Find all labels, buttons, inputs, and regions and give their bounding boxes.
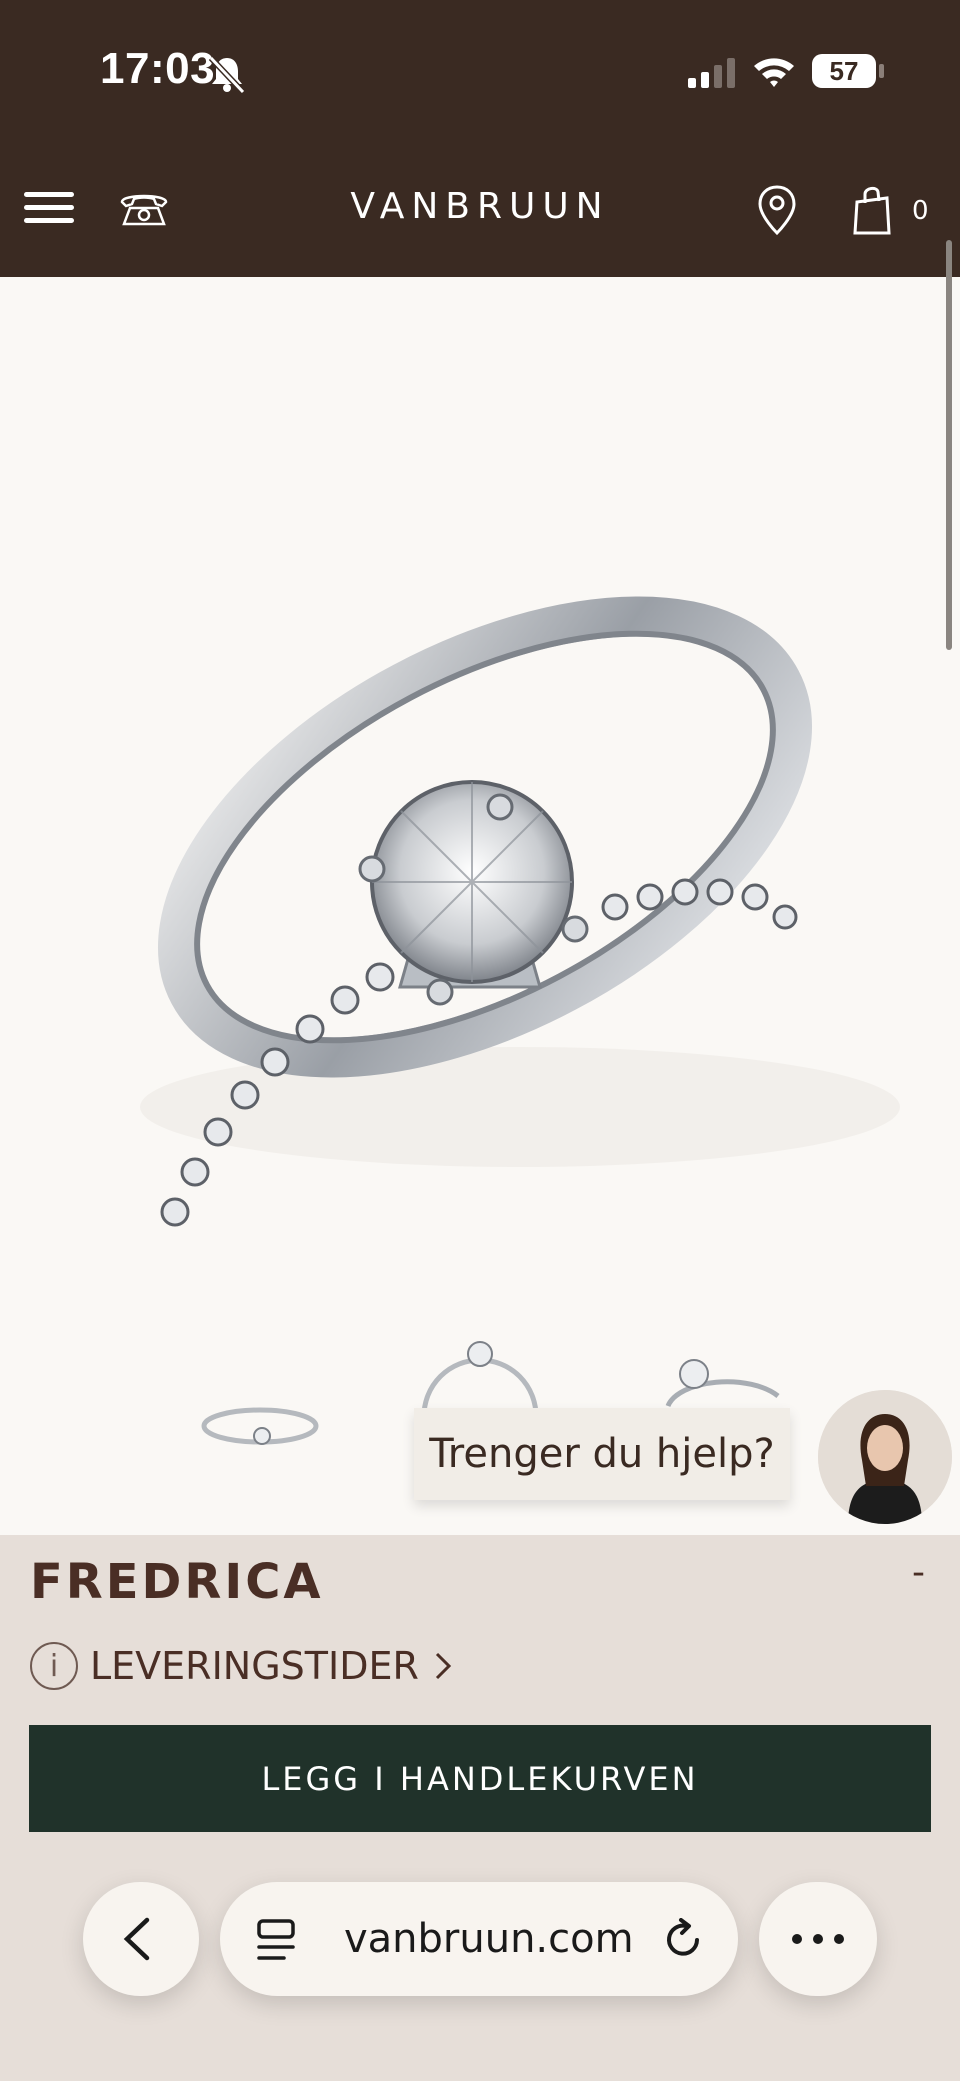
reload-icon[interactable]	[664, 1918, 704, 1960]
url-text[interactable]: vanbruun.com	[344, 1916, 634, 1962]
chevron-right-icon	[435, 1652, 452, 1680]
tabs-icon	[257, 1919, 295, 1960]
thumbnail-2[interactable]	[420, 1336, 540, 1416]
location-pin-icon[interactable]	[756, 184, 798, 236]
info-icon: i	[30, 1642, 78, 1690]
thumbnail-3[interactable]	[660, 1356, 780, 1416]
browser-more-button[interactable]	[759, 1882, 877, 1996]
browser-back-button[interactable]	[83, 1882, 199, 1996]
battery-icon: 57	[812, 54, 876, 88]
cart-count[interactable]: 0	[912, 196, 929, 226]
support-agent-avatar[interactable]	[818, 1390, 952, 1524]
add-to-cart-button[interactable]: LEGG I HANDLEKURVEN	[29, 1725, 931, 1832]
chevron-left-icon	[123, 1917, 150, 1961]
delivery-times-link[interactable]: i LEVERINGSTIDER	[30, 1640, 453, 1692]
battery-level: 57	[829, 55, 859, 86]
signal-icon	[688, 58, 735, 88]
chat-help-bubble[interactable]: Trenger du hjelp?	[414, 1408, 790, 1500]
collapse-toggle[interactable]: -	[912, 1552, 925, 1593]
bell-slash-icon	[208, 55, 246, 95]
battery-cap	[879, 64, 884, 78]
status-time: 17:03	[100, 44, 216, 93]
thumbnail-1[interactable]	[200, 1400, 320, 1456]
wifi-icon	[754, 58, 794, 87]
agent-portrait	[818, 1390, 952, 1524]
delivery-label: LEVERINGSTIDER	[90, 1644, 419, 1688]
product-title: FREDRICA	[30, 1554, 324, 1610]
scrollbar[interactable]	[946, 240, 952, 650]
brand-logo[interactable]: VANBRUUN	[0, 186, 960, 227]
more-icon	[792, 1934, 844, 1944]
shopping-bag-icon[interactable]	[852, 184, 892, 236]
